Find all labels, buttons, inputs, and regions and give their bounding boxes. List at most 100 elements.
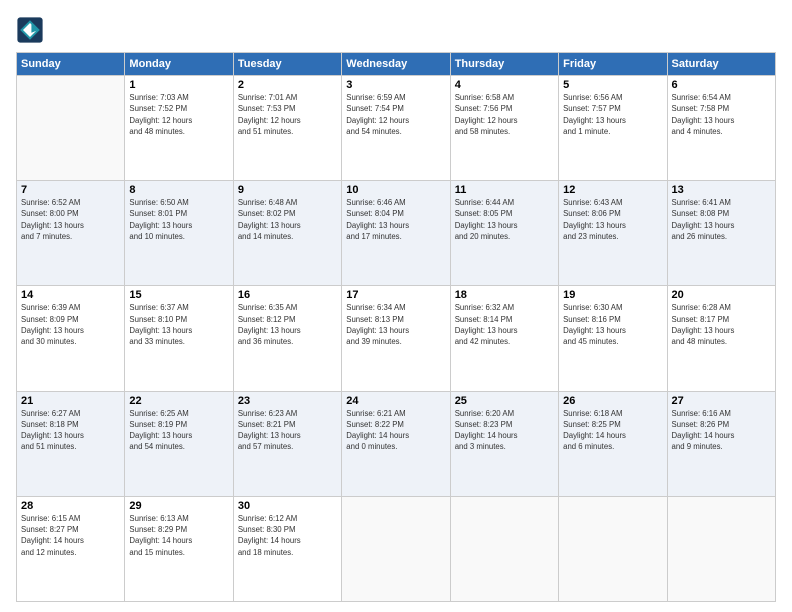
day-info: Sunrise: 6:58 AM Sunset: 7:56 PM Dayligh… — [455, 92, 554, 137]
day-info: Sunrise: 6:30 AM Sunset: 8:16 PM Dayligh… — [563, 302, 662, 347]
calendar-cell: 10Sunrise: 6:46 AM Sunset: 8:04 PM Dayli… — [342, 181, 450, 286]
calendar-cell: 13Sunrise: 6:41 AM Sunset: 8:08 PM Dayli… — [667, 181, 775, 286]
day-number: 28 — [21, 500, 120, 512]
day-number: 15 — [129, 289, 228, 301]
day-info: Sunrise: 6:23 AM Sunset: 8:21 PM Dayligh… — [238, 408, 337, 453]
logo — [16, 16, 48, 44]
calendar-cell: 24Sunrise: 6:21 AM Sunset: 8:22 PM Dayli… — [342, 391, 450, 496]
calendar-cell: 20Sunrise: 6:28 AM Sunset: 8:17 PM Dayli… — [667, 286, 775, 391]
day-info: Sunrise: 6:56 AM Sunset: 7:57 PM Dayligh… — [563, 92, 662, 137]
day-number: 10 — [346, 184, 445, 196]
calendar-cell: 27Sunrise: 6:16 AM Sunset: 8:26 PM Dayli… — [667, 391, 775, 496]
calendar-cell: 8Sunrise: 6:50 AM Sunset: 8:01 PM Daylig… — [125, 181, 233, 286]
day-info: Sunrise: 6:41 AM Sunset: 8:08 PM Dayligh… — [672, 197, 771, 242]
calendar-cell: 25Sunrise: 6:20 AM Sunset: 8:23 PM Dayli… — [450, 391, 558, 496]
day-info: Sunrise: 6:34 AM Sunset: 8:13 PM Dayligh… — [346, 302, 445, 347]
day-info: Sunrise: 6:32 AM Sunset: 8:14 PM Dayligh… — [455, 302, 554, 347]
day-number: 7 — [21, 184, 120, 196]
day-number: 24 — [346, 395, 445, 407]
calendar-cell: 28Sunrise: 6:15 AM Sunset: 8:27 PM Dayli… — [17, 496, 125, 601]
day-number: 14 — [21, 289, 120, 301]
day-info: Sunrise: 6:16 AM Sunset: 8:26 PM Dayligh… — [672, 408, 771, 453]
day-number: 21 — [21, 395, 120, 407]
day-number: 13 — [672, 184, 771, 196]
day-info: Sunrise: 6:48 AM Sunset: 8:02 PM Dayligh… — [238, 197, 337, 242]
day-info: Sunrise: 6:52 AM Sunset: 8:00 PM Dayligh… — [21, 197, 120, 242]
header — [16, 16, 776, 44]
calendar-cell — [450, 496, 558, 601]
day-info: Sunrise: 6:21 AM Sunset: 8:22 PM Dayligh… — [346, 408, 445, 453]
calendar-col-thursday: Thursday — [450, 53, 558, 76]
calendar-col-monday: Monday — [125, 53, 233, 76]
day-number: 4 — [455, 79, 554, 91]
day-number: 9 — [238, 184, 337, 196]
day-number: 17 — [346, 289, 445, 301]
day-info: Sunrise: 6:35 AM Sunset: 8:12 PM Dayligh… — [238, 302, 337, 347]
calendar-cell: 16Sunrise: 6:35 AM Sunset: 8:12 PM Dayli… — [233, 286, 341, 391]
calendar-cell: 22Sunrise: 6:25 AM Sunset: 8:19 PM Dayli… — [125, 391, 233, 496]
calendar-cell: 6Sunrise: 6:54 AM Sunset: 7:58 PM Daylig… — [667, 76, 775, 181]
day-info: Sunrise: 6:46 AM Sunset: 8:04 PM Dayligh… — [346, 197, 445, 242]
calendar-cell: 7Sunrise: 6:52 AM Sunset: 8:00 PM Daylig… — [17, 181, 125, 286]
calendar-cell: 21Sunrise: 6:27 AM Sunset: 8:18 PM Dayli… — [17, 391, 125, 496]
calendar-cell — [17, 76, 125, 181]
calendar-cell — [342, 496, 450, 601]
day-number: 26 — [563, 395, 662, 407]
day-info: Sunrise: 7:01 AM Sunset: 7:53 PM Dayligh… — [238, 92, 337, 137]
page: SundayMondayTuesdayWednesdayThursdayFrid… — [0, 0, 792, 612]
day-info: Sunrise: 6:27 AM Sunset: 8:18 PM Dayligh… — [21, 408, 120, 453]
day-info: Sunrise: 6:13 AM Sunset: 8:29 PM Dayligh… — [129, 513, 228, 558]
calendar-col-saturday: Saturday — [667, 53, 775, 76]
day-number: 30 — [238, 500, 337, 512]
calendar-cell — [559, 496, 667, 601]
day-info: Sunrise: 6:12 AM Sunset: 8:30 PM Dayligh… — [238, 513, 337, 558]
calendar-cell: 2Sunrise: 7:01 AM Sunset: 7:53 PM Daylig… — [233, 76, 341, 181]
calendar-cell: 3Sunrise: 6:59 AM Sunset: 7:54 PM Daylig… — [342, 76, 450, 181]
calendar-week-row: 1Sunrise: 7:03 AM Sunset: 7:52 PM Daylig… — [17, 76, 776, 181]
calendar-week-row: 21Sunrise: 6:27 AM Sunset: 8:18 PM Dayli… — [17, 391, 776, 496]
day-number: 18 — [455, 289, 554, 301]
calendar-week-row: 14Sunrise: 6:39 AM Sunset: 8:09 PM Dayli… — [17, 286, 776, 391]
day-number: 16 — [238, 289, 337, 301]
day-number: 22 — [129, 395, 228, 407]
day-number: 2 — [238, 79, 337, 91]
day-number: 1 — [129, 79, 228, 91]
calendar-cell: 17Sunrise: 6:34 AM Sunset: 8:13 PM Dayli… — [342, 286, 450, 391]
logo-icon — [16, 16, 44, 44]
calendar-cell: 29Sunrise: 6:13 AM Sunset: 8:29 PM Dayli… — [125, 496, 233, 601]
day-number: 25 — [455, 395, 554, 407]
day-info: Sunrise: 6:18 AM Sunset: 8:25 PM Dayligh… — [563, 408, 662, 453]
calendar-week-row: 28Sunrise: 6:15 AM Sunset: 8:27 PM Dayli… — [17, 496, 776, 601]
day-info: Sunrise: 6:39 AM Sunset: 8:09 PM Dayligh… — [21, 302, 120, 347]
day-info: Sunrise: 6:15 AM Sunset: 8:27 PM Dayligh… — [21, 513, 120, 558]
calendar-col-tuesday: Tuesday — [233, 53, 341, 76]
day-info: Sunrise: 6:54 AM Sunset: 7:58 PM Dayligh… — [672, 92, 771, 137]
calendar-cell: 12Sunrise: 6:43 AM Sunset: 8:06 PM Dayli… — [559, 181, 667, 286]
calendar-cell: 30Sunrise: 6:12 AM Sunset: 8:30 PM Dayli… — [233, 496, 341, 601]
day-number: 6 — [672, 79, 771, 91]
day-number: 19 — [563, 289, 662, 301]
calendar-cell: 4Sunrise: 6:58 AM Sunset: 7:56 PM Daylig… — [450, 76, 558, 181]
calendar-col-sunday: Sunday — [17, 53, 125, 76]
calendar-cell: 9Sunrise: 6:48 AM Sunset: 8:02 PM Daylig… — [233, 181, 341, 286]
calendar-cell: 26Sunrise: 6:18 AM Sunset: 8:25 PM Dayli… — [559, 391, 667, 496]
day-info: Sunrise: 6:44 AM Sunset: 8:05 PM Dayligh… — [455, 197, 554, 242]
day-number: 12 — [563, 184, 662, 196]
calendar-cell: 23Sunrise: 6:23 AM Sunset: 8:21 PM Dayli… — [233, 391, 341, 496]
day-info: Sunrise: 6:25 AM Sunset: 8:19 PM Dayligh… — [129, 408, 228, 453]
day-info: Sunrise: 6:20 AM Sunset: 8:23 PM Dayligh… — [455, 408, 554, 453]
day-info: Sunrise: 6:43 AM Sunset: 8:06 PM Dayligh… — [563, 197, 662, 242]
day-number: 5 — [563, 79, 662, 91]
day-info: Sunrise: 6:28 AM Sunset: 8:17 PM Dayligh… — [672, 302, 771, 347]
day-number: 3 — [346, 79, 445, 91]
day-number: 27 — [672, 395, 771, 407]
calendar-cell: 15Sunrise: 6:37 AM Sunset: 8:10 PM Dayli… — [125, 286, 233, 391]
calendar-cell: 5Sunrise: 6:56 AM Sunset: 7:57 PM Daylig… — [559, 76, 667, 181]
day-number: 11 — [455, 184, 554, 196]
calendar-table: SundayMondayTuesdayWednesdayThursdayFrid… — [16, 52, 776, 602]
calendar-week-row: 7Sunrise: 6:52 AM Sunset: 8:00 PM Daylig… — [17, 181, 776, 286]
calendar-header-row: SundayMondayTuesdayWednesdayThursdayFrid… — [17, 53, 776, 76]
calendar-cell: 11Sunrise: 6:44 AM Sunset: 8:05 PM Dayli… — [450, 181, 558, 286]
calendar-col-wednesday: Wednesday — [342, 53, 450, 76]
day-number: 23 — [238, 395, 337, 407]
